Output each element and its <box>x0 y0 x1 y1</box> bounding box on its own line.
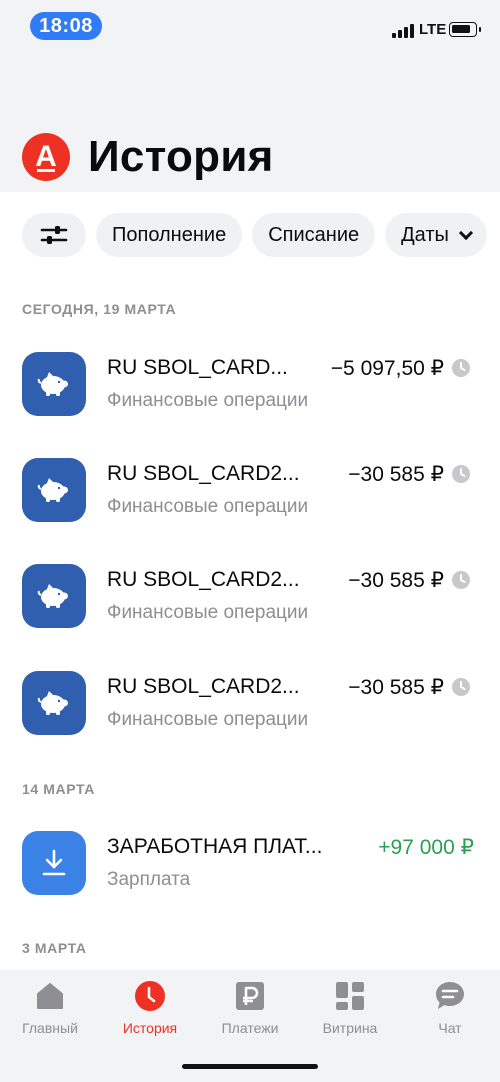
section-header-march-14: 14 МАРТА <box>22 781 95 797</box>
header-area: 18:08 LTE А История <box>0 0 500 192</box>
title-row: А История <box>22 132 274 182</box>
tab-home[interactable]: Главный <box>0 980 100 1036</box>
piggy-bank-icon <box>22 564 86 628</box>
piggy-bank-icon <box>22 458 86 522</box>
transaction-category: Финансовые операции <box>107 602 309 623</box>
pending-clock-icon <box>452 359 470 377</box>
network-type: LTE <box>419 21 447 38</box>
transaction-amount: −5 097,50 ₽ <box>330 357 444 380</box>
transaction-category: Зарплата <box>107 869 191 890</box>
ruble-icon <box>236 982 264 1010</box>
filter-chip-dates[interactable]: Даты <box>385 213 487 257</box>
filter-chip-topup[interactable]: Пополнение <box>96 213 243 257</box>
transaction-amount: −30 585 ₽ <box>348 569 444 592</box>
transaction-name: RU SBOL_CARD2... <box>107 568 300 591</box>
transaction-category: Финансовые операции <box>107 709 309 730</box>
pending-clock-icon <box>452 571 470 589</box>
transaction-name: ЗАРАБОТНАЯ ПЛАТ... <box>107 835 323 858</box>
transaction-category: Финансовые операции <box>107 496 309 517</box>
chevron-down-icon <box>458 225 473 240</box>
transaction-category: Финансовые операции <box>107 390 309 411</box>
battery-icon <box>449 22 481 37</box>
tab-showcase[interactable]: Витрина <box>300 980 400 1036</box>
transaction-amount: +97 000 ₽ <box>378 836 474 859</box>
sliders-icon <box>40 226 68 244</box>
tab-history[interactable]: История <box>100 980 200 1036</box>
status-bar: 18:08 LTE <box>0 0 500 50</box>
tab-chat[interactable]: Чат <box>400 980 500 1036</box>
tab-label: Витрина <box>322 1020 378 1036</box>
pending-clock-icon <box>452 678 470 696</box>
transaction-row[interactable]: RU SBOL_CARD... Финансовые операции −5 0… <box>22 352 478 416</box>
home-icon <box>37 983 63 1009</box>
pending-clock-icon <box>452 465 470 483</box>
piggy-bank-icon <box>22 352 86 416</box>
showcase-grid-icon <box>336 982 364 1010</box>
transaction-amount: −30 585 ₽ <box>348 676 444 699</box>
tab-label: Главный <box>22 1020 78 1036</box>
history-clock-icon <box>135 981 165 1011</box>
filter-settings-button[interactable] <box>22 213 86 257</box>
tab-label: Чат <box>438 1020 462 1036</box>
transaction-row[interactable]: ЗАРАБОТНАЯ ПЛАТ... Зарплата +97 000 ₽ <box>22 831 478 895</box>
transaction-amount: −30 585 ₽ <box>348 463 444 486</box>
page-title: История <box>88 132 274 181</box>
tab-label: Платежи <box>221 1020 279 1036</box>
piggy-bank-icon <box>22 671 86 735</box>
home-indicator <box>182 1064 318 1069</box>
chat-bubble-icon <box>436 982 464 1009</box>
transaction-row[interactable]: RU SBOL_CARD2... Финансовые операции −30… <box>22 671 478 735</box>
alfa-logo-icon: А <box>22 133 70 181</box>
transaction-name: RU SBOL_CARD2... <box>107 675 300 698</box>
tab-label: История <box>122 1020 178 1036</box>
cellular-signal-icon <box>392 24 414 38</box>
download-icon <box>22 831 86 895</box>
transaction-name: RU SBOL_CARD... <box>107 356 288 379</box>
filter-chip-dates-label: Даты <box>401 223 449 246</box>
filter-chip-writeoff[interactable]: Списание <box>252 213 376 257</box>
section-header-march-3: 3 МАРТА <box>22 940 87 956</box>
transaction-row[interactable]: RU SBOL_CARD2... Финансовые операции −30… <box>22 458 478 522</box>
filter-chips: Пополнение Списание Даты <box>22 213 487 257</box>
status-time[interactable]: 18:08 <box>30 12 102 40</box>
transaction-name: RU SBOL_CARD2... <box>107 462 300 485</box>
section-header-today: СЕГОДНЯ, 19 МАРТА <box>22 301 177 317</box>
transaction-row[interactable]: RU SBOL_CARD2... Финансовые операции −30… <box>22 564 478 628</box>
tab-payments[interactable]: Платежи <box>200 980 300 1036</box>
